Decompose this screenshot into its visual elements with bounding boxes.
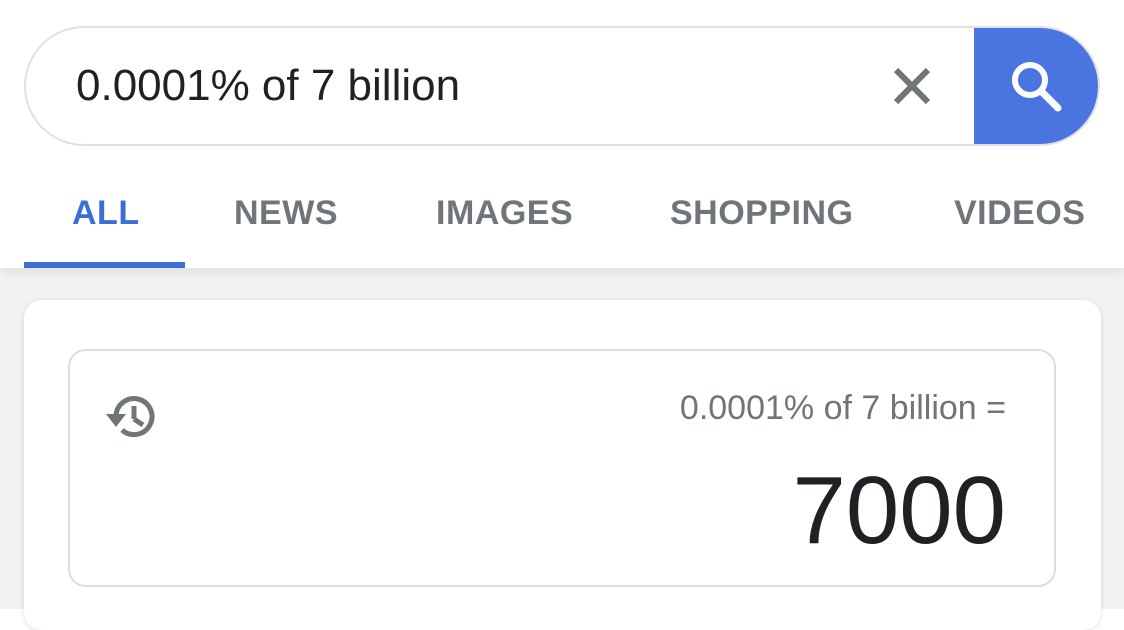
tab-news[interactable]: NEWS — [234, 194, 338, 233]
search-header: 0.0001% of 7 billion ALL NEWS IMAGES SHO… — [0, 0, 1124, 268]
tab-images[interactable]: IMAGES — [436, 194, 573, 233]
history-icon[interactable] — [102, 387, 162, 447]
search-tabs: ALL NEWS IMAGES SHOPPING VIDEOS — [0, 176, 1124, 268]
active-tab-indicator — [24, 262, 185, 268]
calculator-card: 0.0001% of 7 billion = 7000 — [24, 300, 1101, 630]
tab-shopping[interactable]: SHOPPING — [670, 194, 853, 233]
close-icon[interactable] — [884, 58, 940, 114]
calculator-expression: 0.0001% of 7 billion = — [679, 389, 1006, 427]
search-icon — [1012, 62, 1062, 112]
calculator-result: 7000 — [792, 457, 1006, 564]
tab-videos[interactable]: VIDEOS — [954, 194, 1085, 233]
tab-all[interactable]: ALL — [72, 194, 140, 233]
search-bar: 0.0001% of 7 billion — [24, 26, 1100, 146]
search-button[interactable] — [974, 28, 1098, 144]
calculator-display: 0.0001% of 7 billion = 7000 — [68, 349, 1056, 587]
search-input[interactable]: 0.0001% of 7 billion — [76, 28, 460, 144]
